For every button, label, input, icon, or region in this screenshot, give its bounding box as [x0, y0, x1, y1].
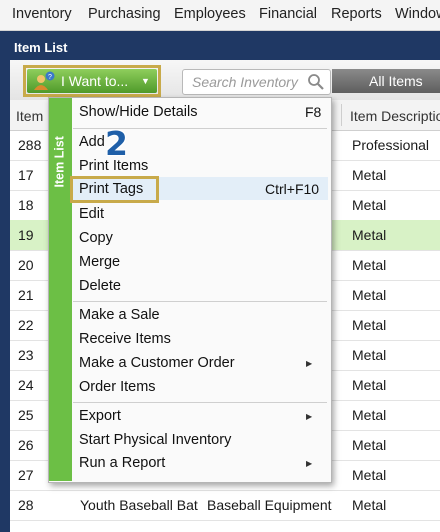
item-description-cell: Metal	[352, 467, 387, 483]
menu-item-make-a-customer-order[interactable]: Make a Customer Order	[79, 355, 235, 371]
i-want-to-label: I Want to...	[61, 73, 129, 89]
item-name-cell: Youth Baseball Bat	[80, 497, 198, 513]
column-divider[interactable]	[341, 104, 342, 126]
menu-item-copy[interactable]: Copy	[79, 230, 113, 246]
item-description-cell: Metal	[352, 197, 387, 213]
item-description-cell: Metal	[352, 167, 387, 183]
item-description-cell: Metal	[352, 227, 387, 243]
table-row[interactable]: 28 Youth Baseball Bat Baseball Equipment Me…	[10, 490, 440, 521]
menu-item-order-items[interactable]: Order Items	[79, 379, 156, 395]
menu-window[interactable]: Window	[395, 6, 440, 22]
menu-item-make-a-sale[interactable]: Make a Sale	[79, 307, 160, 323]
menu-side-label: Item List	[52, 136, 67, 188]
submenu-arrow-icon: ▶	[306, 359, 313, 368]
column-header-item[interactable]: Item	[16, 108, 43, 124]
menu-item-edit[interactable]: Edit	[79, 206, 104, 222]
item-number-cell: 21	[18, 287, 34, 303]
item-number-cell: 18	[18, 197, 34, 213]
menu-financial[interactable]: Financial	[259, 6, 317, 22]
item-description-cell: Metal	[352, 317, 387, 333]
menu-item-start-physical-inventory[interactable]: Start Physical Inventory	[79, 432, 231, 448]
menu-reports[interactable]: Reports	[331, 6, 382, 22]
shortcut-print-tags: Ctrl+F10	[265, 181, 320, 197]
user-help-icon: ?	[34, 71, 55, 90]
item-description-cell: Metal	[352, 437, 387, 453]
window-title: Item List	[14, 40, 68, 55]
item-description-cell: Professional	[352, 137, 430, 153]
item-description-cell: Metal	[352, 497, 387, 513]
item-description-cell: Metal	[352, 407, 387, 423]
search-placeholder: Search Inventory	[192, 74, 298, 90]
item-number-cell: 17	[18, 167, 34, 183]
tutorial-step-number: 2	[105, 124, 128, 163]
svg-text:?: ?	[48, 74, 52, 81]
menu-item-add[interactable]: Add	[79, 134, 105, 150]
item-description-cell: Metal	[352, 287, 387, 303]
item-number-cell: 25	[18, 407, 34, 423]
item-description-cell: Metal	[352, 377, 387, 393]
menu-inventory[interactable]: Inventory	[12, 6, 72, 22]
item-number-cell: 27	[18, 467, 34, 483]
item-number-cell: 22	[18, 317, 34, 333]
all-items-button[interactable]: All Items	[332, 69, 440, 93]
item-number-cell: 288	[18, 137, 42, 153]
tutorial-highlight-print-tags	[70, 176, 159, 203]
item-number-cell: 24	[18, 377, 34, 393]
menu-item-merge[interactable]: Merge	[79, 254, 120, 270]
menu-side-strip: Item List	[49, 98, 72, 481]
chevron-down-icon: ▼	[141, 76, 150, 86]
item-number-cell: 28	[18, 497, 34, 513]
menu-item-delete[interactable]: Delete	[79, 278, 121, 294]
item-number-cell: 19	[18, 227, 34, 243]
search-icon[interactable]	[307, 73, 325, 91]
menu-employees[interactable]: Employees	[174, 6, 246, 22]
all-items-label: All Items	[369, 73, 423, 89]
search-input[interactable]: Search Inventory	[182, 69, 331, 95]
item-number-cell: 23	[18, 347, 34, 363]
menu-item-show-hide-details[interactable]: Show/Hide Details	[79, 104, 197, 120]
menu-separator	[73, 402, 327, 403]
menu-separator	[73, 301, 327, 302]
item-description-cell: Metal	[352, 347, 387, 363]
menu-item-export[interactable]: Export	[79, 408, 121, 424]
item-number-cell: 20	[18, 257, 34, 273]
item-category-cell: Baseball Equipment	[207, 497, 332, 513]
main-menubar: Inventory Purchasing Employees Financial…	[0, 0, 440, 31]
item-description-cell: Metal	[352, 257, 387, 273]
item-number-cell: 26	[18, 437, 34, 453]
submenu-arrow-icon: ▶	[306, 412, 313, 421]
submenu-arrow-icon: ▶	[306, 459, 313, 468]
menu-purchasing[interactable]: Purchasing	[88, 6, 161, 22]
shortcut-show-hide-details: F8	[305, 104, 322, 120]
column-header-item-description[interactable]: Item Description	[350, 108, 440, 124]
i-want-to-button[interactable]: ? I Want to... ▼	[27, 69, 157, 93]
menu-item-run-a-report[interactable]: Run a Report	[79, 455, 165, 471]
menu-item-receive-items[interactable]: Receive Items	[79, 331, 171, 347]
